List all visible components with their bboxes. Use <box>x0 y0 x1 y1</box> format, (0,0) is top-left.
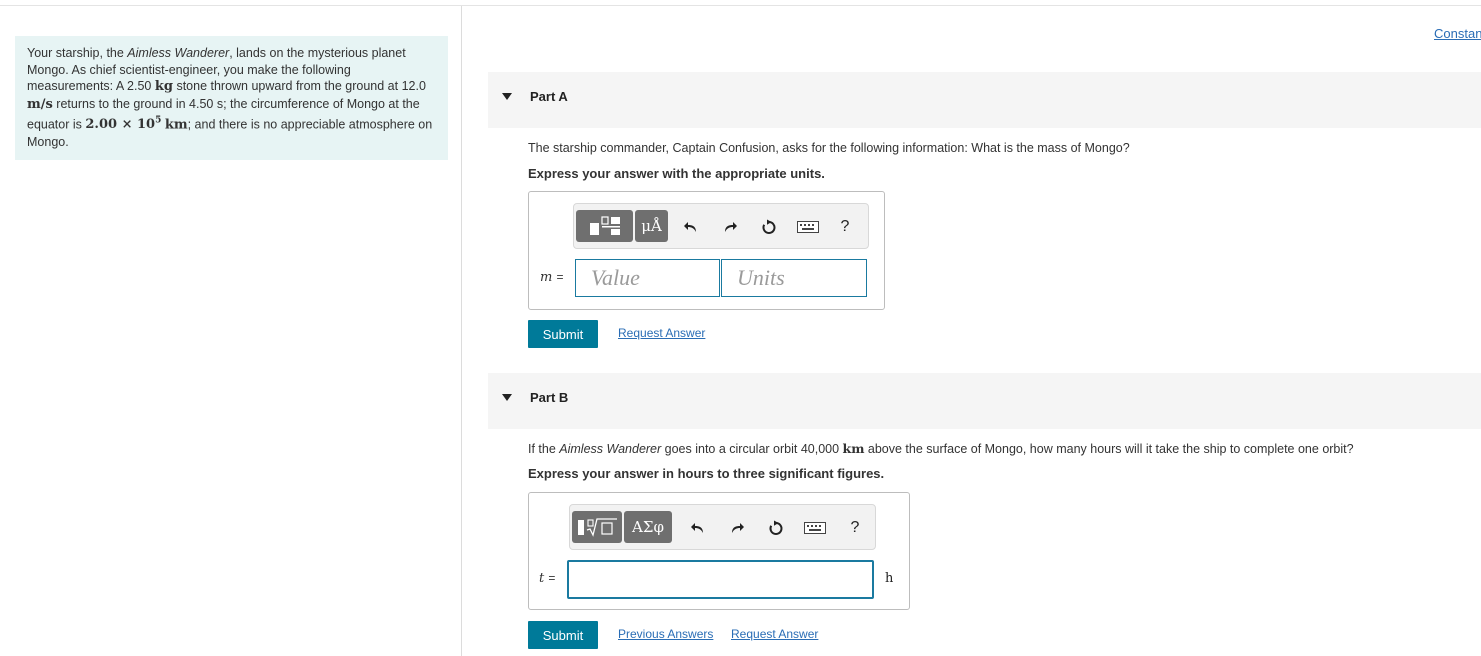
part-b-toolbar: ΑΣφ ? <box>569 504 876 550</box>
collapse-caret-icon[interactable] <box>502 93 512 100</box>
templates-button[interactable] <box>572 511 622 543</box>
help-icon: ? <box>840 218 850 235</box>
top-rule <box>0 5 1481 6</box>
keyboard-icon <box>797 221 819 233</box>
undo-button[interactable] <box>687 517 709 539</box>
part-b-answer-box: ΑΣφ ? t = h <box>528 492 910 610</box>
greek-symbols-button[interactable]: ΑΣφ <box>624 511 672 543</box>
constants-link[interactable]: Constan <box>1434 26 1481 41</box>
reset-button[interactable] <box>765 517 787 539</box>
part-b-title: Part B <box>530 390 569 405</box>
greek-symbols-text: ΑΣφ <box>632 518 664 536</box>
part-a-submit-button[interactable]: Submit <box>528 320 598 348</box>
part-a-title: Part A <box>530 89 568 104</box>
problem-intro: Your starship, the Aimless Wanderer, lan… <box>15 36 448 160</box>
part-b-submit-button[interactable]: Submit <box>528 621 598 649</box>
variable-label-m: m = <box>540 270 564 285</box>
units-button[interactable]: μÅ <box>635 210 668 242</box>
part-a-question: The starship commander, Captain Confusio… <box>528 141 1130 155</box>
part-b-request-answer-link[interactable]: Request Answer <box>731 627 818 641</box>
intro-text-3: stone thrown upward from the ground at 1… <box>172 79 426 93</box>
reset-icon <box>769 520 783 535</box>
ship-name: Aimless Wanderer <box>127 46 230 60</box>
column-divider <box>461 6 462 656</box>
keyboard-icon <box>804 522 826 534</box>
templates-icon <box>589 216 620 235</box>
redo-icon <box>732 523 744 533</box>
intro-text-1: Your starship, the <box>27 46 128 60</box>
units-input[interactable]: Units <box>721 259 867 297</box>
help-icon: ? <box>850 519 860 536</box>
part-b-question: If the Aimless Wanderer goes into a circ… <box>528 441 1354 456</box>
previous-answers-link[interactable]: Previous Answers <box>618 627 713 641</box>
circumference-value: 2.00 × 105 <box>85 116 162 133</box>
part-a-header[interactable]: Part A <box>488 72 1481 128</box>
variable-label-t: t = <box>539 571 556 586</box>
part-a-answer-box: μÅ ? m = Value Units <box>528 191 885 310</box>
redo-icon <box>725 222 737 232</box>
unit-kg: kg <box>154 79 173 94</box>
reset-button[interactable] <box>758 216 780 238</box>
help-button[interactable]: ? <box>844 517 866 539</box>
part-a-request-answer-link[interactable]: Request Answer <box>618 326 705 340</box>
unit-ms: m/s <box>27 96 53 112</box>
value-input[interactable]: Value <box>575 259 720 297</box>
part-b-instruction: Express your answer in hours to three si… <box>528 466 885 481</box>
templates-sqrt-icon <box>578 518 617 537</box>
keyboard-button[interactable] <box>803 517 827 539</box>
undo-icon <box>684 222 696 232</box>
redo-button[interactable] <box>726 517 748 539</box>
unit-hours-label: h <box>885 571 894 586</box>
collapse-caret-icon[interactable] <box>502 394 512 401</box>
help-button[interactable]: ? <box>834 216 856 238</box>
part-a-instruction: Express your answer with the appropriate… <box>528 166 825 181</box>
part-a-toolbar: μÅ ? <box>573 203 869 249</box>
reset-icon <box>762 219 776 234</box>
keyboard-button[interactable] <box>796 216 820 238</box>
undo-icon <box>691 523 703 533</box>
answer-input[interactable] <box>567 560 874 599</box>
undo-button[interactable] <box>680 216 702 238</box>
units-symbol: μÅ <box>641 217 662 235</box>
templates-button[interactable] <box>576 210 633 242</box>
part-b-header[interactable]: Part B <box>488 373 1481 429</box>
redo-button[interactable] <box>719 216 741 238</box>
unit-km: km <box>164 117 188 133</box>
